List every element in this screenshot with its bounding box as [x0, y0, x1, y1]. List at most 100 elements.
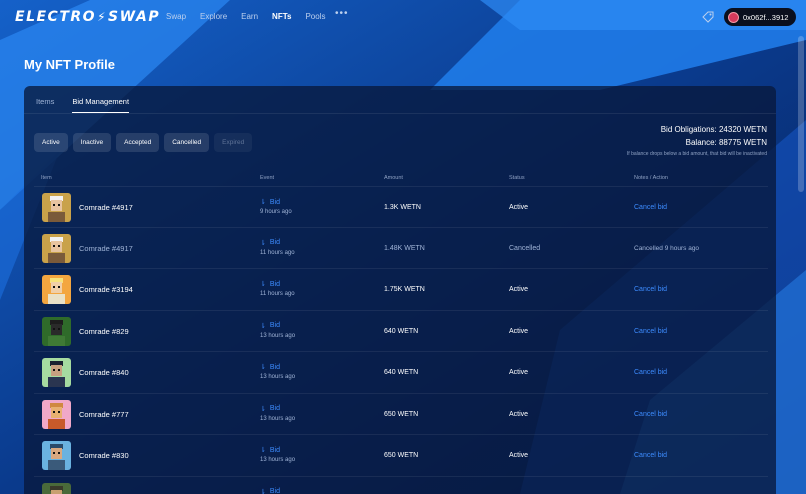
nav-link-pools[interactable]: Pools: [305, 12, 325, 21]
nft-name[interactable]: Comrade #840: [79, 368, 129, 377]
nft-avatar[interactable]: [42, 482, 71, 494]
table-row: ⇂ Bid: [34, 477, 768, 494]
event-type: ⇂ Bid: [260, 446, 295, 455]
event-type: ⇂ Bid: [260, 488, 280, 494]
table-row: Comrade #829 ⇂ Bid 13 hours ago 640 WETN Acti…: [34, 311, 768, 352]
filter-inactive[interactable]: Inactive: [72, 133, 112, 152]
tabs-divider: [24, 113, 776, 114]
nft-name[interactable]: Comrade #777: [79, 410, 129, 419]
event-type: ⇂ Bid: [260, 405, 295, 413]
cancel-bid-link[interactable]: Cancel bid: [634, 369, 667, 376]
tab-items[interactable]: Items: [36, 97, 54, 113]
bid-status: Cancelled: [509, 244, 541, 252]
event-cell: ⇂ Bid 13 hours ago: [260, 322, 295, 339]
event-label: Bid: [269, 198, 280, 206]
header-item: Item: [41, 175, 52, 181]
event-type: ⇂ Bid: [260, 198, 292, 207]
cancel-bid-link[interactable]: Cancel bid: [634, 452, 667, 459]
nft-avatar[interactable]: [42, 358, 71, 387]
bid-amount: 1.48K WETN: [384, 244, 425, 252]
nft-name[interactable]: Comrade #4917: [79, 244, 133, 253]
header-status: Status: [509, 175, 525, 181]
event-label: Bid: [269, 239, 280, 246]
bid-icon: ⇂: [260, 488, 266, 494]
event-cell: ⇂ Bid 9 hours ago: [260, 198, 292, 216]
filter-accepted[interactable]: Accepted: [116, 133, 160, 152]
logo-text-left: ELECTRO: [15, 9, 97, 25]
event-label: Bid: [269, 280, 280, 288]
nav-link-nfts[interactable]: NFTs: [272, 12, 291, 21]
event-cell: ⇂ Bid 11 hours ago: [260, 239, 295, 256]
nft-avatar[interactable]: [42, 399, 71, 429]
header-notes: Notes / Action: [634, 175, 668, 181]
event-time: 9 hours ago: [260, 209, 292, 215]
event-type: ⇂ Bid: [260, 280, 295, 289]
bid-icon: ⇂: [260, 322, 266, 330]
event-time: 11 hours ago: [260, 249, 295, 256]
nav-link-swap[interactable]: Swap: [166, 12, 186, 21]
wallet-avatar-icon: [728, 11, 739, 23]
bid-icon: ⇂: [260, 447, 266, 454]
event-cell: ⇂ Bid 13 hours ago: [260, 446, 296, 464]
table-row: Comrade #777 ⇂ Bid 13 hours ago 650 WETN Acti…: [34, 394, 768, 435]
wallet-balance: Balance: 88775 WETN: [685, 138, 767, 147]
page-scrollbar[interactable]: [798, 36, 804, 192]
bid-amount: 1.3K WETN: [384, 204, 421, 211]
nft-name[interactable]: Comrade #830: [79, 451, 129, 460]
nav-links: Swap Explore Earn NFTs Pools: [166, 12, 339, 21]
event-label: Bid: [269, 363, 280, 371]
bid-status: Active: [509, 410, 529, 418]
cancel-bid-link[interactable]: Cancel bid: [634, 286, 667, 293]
cancel-bid-link[interactable]: Cancel bid: [634, 411, 667, 418]
event-time: 13 hours ago: [260, 374, 296, 380]
filter-expired: Expired: [214, 133, 253, 152]
event-time: 13 hours ago: [260, 457, 296, 463]
table-header: Item Event Amount Status Notes / Action: [41, 175, 767, 185]
table-row: Comrade #4917 ⇂ Bid 9 hours ago 1.3K WETN Act…: [34, 186, 768, 228]
event-cell: ⇂ Bid 13 hours ago: [260, 363, 296, 381]
bid-amount: 640 WETN: [384, 327, 419, 335]
nav-link-earn[interactable]: Earn: [241, 12, 258, 21]
bid-status: Active: [509, 452, 529, 459]
filter-active[interactable]: Active: [34, 133, 68, 152]
wallet-address: 0x062f...3912: [743, 12, 789, 22]
nft-avatar[interactable]: [42, 441, 71, 470]
header-event: Event: [260, 175, 275, 181]
action-note: Cancelled 9 hours ago: [634, 244, 700, 252]
bid-icon: ⇂: [260, 199, 266, 206]
bid-amount: 650 WETN: [384, 410, 419, 418]
nav-link-explore[interactable]: Explore: [200, 12, 227, 21]
page-title: My NFT Profile: [24, 57, 116, 72]
tag-icon[interactable]: [702, 11, 714, 23]
cancel-bid-link[interactable]: Cancel bid: [634, 204, 667, 211]
top-nav: ELECTRO ⚡ SWAP Swap Explore Earn NFTs Po…: [0, 0, 806, 34]
lightning-bolt-icon: ⚡: [97, 10, 107, 24]
nft-avatar[interactable]: [42, 275, 71, 304]
filter-cancelled[interactable]: Cancelled: [164, 133, 210, 152]
cancel-bid-link[interactable]: Cancel bid: [634, 328, 667, 335]
bid-icon: ⇂: [260, 364, 266, 371]
nft-avatar[interactable]: [42, 233, 71, 263]
event-label: Bid: [269, 446, 280, 454]
more-menu-icon[interactable]: •••: [335, 8, 349, 19]
event-cell: ⇂ Bid 13 hours ago: [260, 405, 295, 422]
wallet-button[interactable]: 0x062f...3912: [724, 8, 796, 26]
event-label: Bid: [269, 405, 280, 412]
nft-name[interactable]: Comrade #829: [79, 327, 129, 336]
tab-bid-management[interactable]: Bid Management: [72, 97, 130, 113]
bid-amount: 640 WETN: [384, 369, 419, 376]
event-time: 13 hours ago: [260, 332, 296, 339]
balance-note: If balance drops below a bid amount, tha…: [626, 151, 767, 157]
bid-amount: 650 WETN: [384, 452, 419, 459]
nft-avatar[interactable]: [42, 193, 71, 222]
bid-status: Active: [509, 327, 529, 335]
bid-status: Active: [509, 204, 529, 211]
nft-name[interactable]: Comrade #4917: [79, 203, 133, 212]
bid-status: Active: [509, 369, 529, 376]
nft-name[interactable]: Comrade #3194: [79, 285, 133, 294]
event-type: ⇂ Bid: [260, 322, 295, 330]
electroswap-logo[interactable]: ELECTRO ⚡ SWAP: [15, 9, 160, 25]
nft-avatar[interactable]: [42, 316, 71, 346]
event-label: Bid: [269, 488, 280, 494]
header-amount: Amount: [384, 175, 403, 181]
